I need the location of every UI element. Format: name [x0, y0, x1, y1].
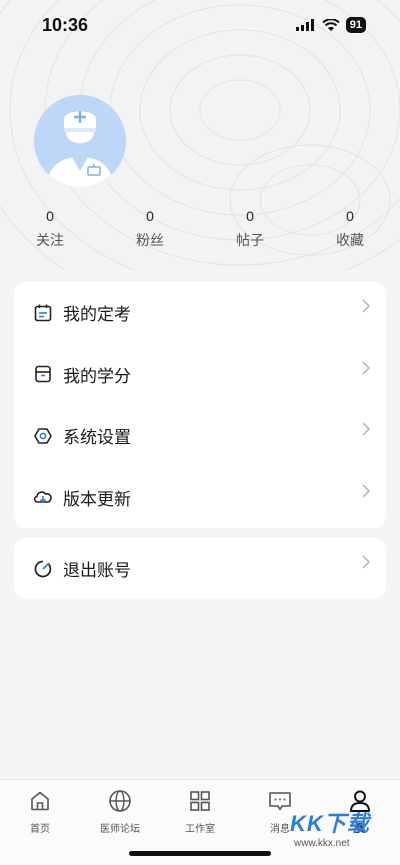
- stat-label: 粉丝: [136, 232, 164, 248]
- avatar[interactable]: [34, 95, 126, 187]
- menu-item-version-update[interactable]: 版本更新: [14, 467, 386, 529]
- menu-item-label: 版本更新: [63, 489, 131, 509]
- stat-label: 关注: [36, 232, 64, 248]
- menu-item-label: 我的定考: [63, 305, 131, 325]
- status-bar: 10:36 91: [0, 0, 400, 50]
- menu-item-my-exams[interactable]: 我的定考: [14, 282, 386, 344]
- chevron-right-icon: [362, 483, 371, 498]
- home-indicator: [129, 851, 271, 856]
- logout-button[interactable]: 退出账号: [14, 538, 386, 600]
- stat-value: 0: [46, 208, 54, 224]
- profile-stats: 0 关注 0 粉丝 0 帖子 0 收藏: [0, 208, 400, 250]
- stat-posts[interactable]: 0 帖子: [200, 208, 300, 250]
- menu-card: 我的定考 我的学分 系统设置 版本更新: [14, 282, 386, 528]
- stat-label: 收藏: [336, 232, 364, 248]
- menu-item-label: 系统设置: [63, 428, 131, 448]
- stat-value: 0: [246, 208, 254, 224]
- calendar-icon: [32, 302, 54, 324]
- chevron-right-icon: [362, 299, 371, 313]
- box-icon: [32, 363, 54, 385]
- wifi-icon: [322, 18, 340, 31]
- status-time: 10:36: [42, 14, 89, 35]
- home-icon: [27, 788, 53, 814]
- menu-item-my-credits[interactable]: 我的学分: [14, 344, 386, 406]
- chevron-right-icon: [362, 422, 371, 436]
- chevron-right-icon: [362, 360, 371, 375]
- tab-label: 工作室: [185, 824, 215, 835]
- menu-item-settings[interactable]: 系统设置: [14, 405, 386, 467]
- stat-followers[interactable]: 0 粉丝: [100, 208, 200, 250]
- watermark-logo: KK下载: [290, 811, 370, 836]
- watermark: KK下载 www.kkx.net: [290, 806, 395, 861]
- grid-icon: [187, 788, 213, 814]
- signal-icon: [295, 19, 314, 31]
- menu-item-label: 我的学分: [63, 366, 131, 386]
- tab-label: 消息: [270, 824, 290, 835]
- globe-icon: [107, 788, 133, 814]
- tab-label: 首页: [30, 824, 50, 835]
- status-icons: 91: [295, 17, 366, 33]
- watermark-url: www.kkx.net: [294, 838, 350, 849]
- battery-indicator: 91: [345, 17, 366, 33]
- tab-label: 医师论坛: [100, 824, 140, 835]
- stat-following[interactable]: 0 关注: [0, 208, 100, 250]
- logout-card: 退出账号: [14, 538, 386, 599]
- tab-home[interactable]: 首页: [0, 780, 80, 865]
- chevron-right-icon: [362, 555, 371, 569]
- stat-value: 0: [346, 208, 354, 224]
- cloud-download-icon: [32, 486, 54, 508]
- logout-circle-icon: [32, 558, 54, 580]
- stat-label: 帖子: [236, 232, 264, 248]
- stat-value: 0: [146, 208, 154, 224]
- hexagon-settings-icon: [32, 425, 54, 447]
- stat-favorites[interactable]: 0 收藏: [300, 208, 400, 250]
- doctor-avatar-icon: [34, 95, 126, 187]
- logout-label: 退出账号: [63, 561, 131, 581]
